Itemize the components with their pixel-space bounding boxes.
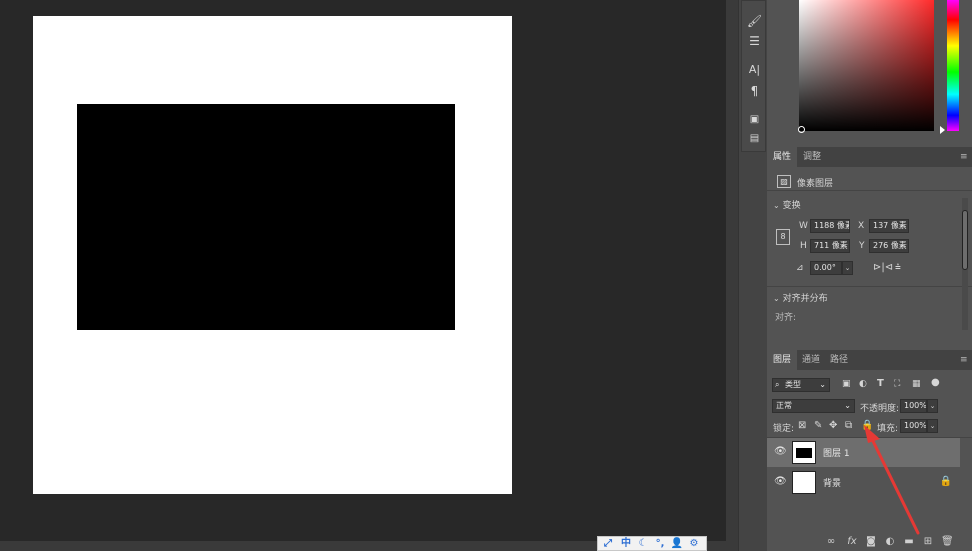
flip-vertical-icon[interactable]: ⩮	[895, 262, 901, 273]
layer-name[interactable]: 图层 1	[823, 446, 850, 459]
color-field-marker[interactable]	[798, 126, 805, 133]
black-rectangle-layer-content[interactable]	[77, 104, 455, 330]
chevron-down-icon: ⌄	[773, 201, 780, 210]
layer-thumbnail	[792, 441, 816, 464]
layer-thumbnail	[792, 471, 816, 494]
opacity-field[interactable]: 100%	[900, 399, 927, 413]
width-field[interactable]: 1188 像素	[810, 219, 850, 233]
blend-mode-value: 正常	[776, 401, 792, 410]
layer-thumbnail-shape	[796, 448, 812, 458]
visibility-eye-icon[interactable]: 👁	[774, 447, 787, 457]
y-label: Y	[859, 241, 865, 251]
transform-section-header[interactable]: ⌄ 变换	[773, 198, 801, 211]
link-dimensions-icon[interactable]: 8	[776, 229, 790, 245]
lock-image-pixels-icon[interactable]: ✎	[814, 420, 822, 431]
document-icon[interactable]: ▤	[746, 131, 763, 147]
angle-icon: ⊿	[796, 263, 804, 273]
align-title: 对齐并分布	[782, 294, 828, 304]
trash-icon[interactable]: 🗑	[941, 536, 954, 548]
brush-settings-icon[interactable]: 🖌	[746, 13, 763, 29]
filter-adjustment-icon[interactable]: ◐	[859, 379, 867, 389]
tab-paths[interactable]: 路径	[824, 350, 854, 370]
ime-mode-label[interactable]: 中	[618, 537, 634, 551]
color-saturation-field[interactable]	[799, 0, 934, 131]
red-arrow-annotation	[864, 425, 920, 535]
panel-icon-group: 🖌 ☰ A| ¶ ▣ ▤	[741, 0, 766, 152]
tab-adjustments[interactable]: 调整	[797, 147, 827, 167]
align-distribute-section-header[interactable]: ⌄ 对齐并分布	[773, 291, 828, 304]
lock-transparent-pixels-icon[interactable]: ⊠	[798, 420, 806, 431]
paragraph-icon[interactable]: ¶	[746, 83, 763, 99]
character-icon[interactable]: A|	[746, 62, 763, 78]
h-label: H	[800, 241, 807, 251]
search-icon: ⌕	[775, 380, 780, 389]
panel-icon-strip: 🖌 ☰ A| ¶ ▣ ▤	[738, 0, 767, 551]
ime-settings-gear-icon[interactable]: ⚙	[686, 537, 702, 551]
adjust-sliders-icon[interactable]: ☰	[746, 33, 763, 49]
layer-name[interactable]: 背景	[823, 476, 841, 489]
ime-punctuation-icon[interactable]: °,	[652, 537, 668, 551]
hue-slider[interactable]	[947, 0, 959, 131]
hue-slider-marker[interactable]	[940, 126, 945, 134]
document-workspace[interactable]	[0, 0, 726, 541]
properties-panel: ▨ 像素图层 ⌄ 变换 8 W 1188 像素 X 137 像素 H 711 像…	[767, 168, 972, 345]
separator	[767, 286, 972, 287]
w-label: W	[799, 221, 808, 231]
blend-mode-dropdown[interactable]: 正常 ⌄	[772, 399, 855, 413]
ime-user-icon[interactable]: 👤	[669, 537, 685, 551]
properties-scrollbar-thumb[interactable]	[962, 210, 968, 270]
separator	[767, 190, 972, 191]
lock-icon: 🔒	[939, 476, 952, 487]
ime-pinyin-icon[interactable]: ⤢	[600, 537, 616, 551]
tab-layers[interactable]: 图层	[767, 350, 798, 370]
angle-field[interactable]: 0.00°	[810, 261, 842, 275]
ime-moon-icon[interactable]: ☾	[635, 537, 651, 551]
visibility-eye-icon[interactable]: 👁	[774, 477, 787, 487]
chevron-down-icon: ⌄	[819, 380, 826, 389]
lock-label: 锁定:	[773, 424, 795, 434]
flip-horizontal-icon[interactable]: ⊳|⊲	[873, 262, 893, 273]
chevron-down-icon: ⌄	[844, 401, 851, 410]
pixel-layer-icon: ▨	[777, 175, 791, 188]
filter-shape-icon[interactable]: ⛶	[894, 379, 900, 389]
photoshop-window: 🖌 ☰ A| ¶ ▣ ▤ 属性 调整 ≡ ▨ 像素图层 ⌄ 变换 8 W 118…	[0, 0, 972, 551]
y-position-field[interactable]: 276 像素	[869, 239, 909, 253]
notes-icon[interactable]: ▣	[746, 112, 763, 128]
filter-smart-object-icon[interactable]: ▦	[912, 379, 921, 389]
chevron-down-icon: ⌄	[773, 294, 780, 303]
filter-type-icon[interactable]: T	[877, 378, 884, 389]
panel-divider[interactable]	[726, 0, 738, 551]
link-layers-icon[interactable]: ∞	[825, 536, 837, 548]
opacity-label: 不透明度:	[860, 404, 900, 414]
filter-toggle-icon[interactable]: ●	[931, 377, 940, 388]
layer-type-label: 像素图层	[797, 179, 834, 189]
panel-menu-icon[interactable]: ≡	[960, 153, 968, 162]
document-canvas[interactable]	[33, 16, 512, 494]
layer-filter-dropdown[interactable]: ⌕ 类型 ⌄	[772, 378, 830, 392]
properties-tabbar: 属性 调整 ≡	[767, 147, 972, 167]
lock-position-icon[interactable]: ✥	[829, 420, 837, 431]
x-label: X	[858, 221, 865, 231]
height-field[interactable]: 711 像素	[810, 239, 850, 253]
fx-icon[interactable]: fx	[846, 536, 858, 548]
tab-channels[interactable]: 通道	[796, 350, 826, 370]
align-label: 对齐:	[775, 313, 797, 323]
color-panel	[767, 0, 972, 147]
opacity-dropdown-chevron-down-icon[interactable]: ⌄	[927, 399, 938, 413]
layer-filter-kind: 类型	[785, 380, 801, 389]
properties-scrollbar[interactable]	[962, 198, 968, 330]
ime-toolbar: ⤢ 中 ☾ °, 👤 ⚙	[597, 536, 707, 551]
filter-pixel-icon[interactable]: ▣	[842, 379, 851, 389]
layers-tabbar: 图层 通道 路径 ≡	[767, 350, 972, 370]
tab-properties[interactable]: 属性	[767, 147, 798, 167]
lock-artboard-icon[interactable]: ⧉	[845, 420, 852, 431]
angle-dropdown-chevron-down-icon[interactable]: ⌄	[842, 261, 853, 275]
x-position-field[interactable]: 137 像素	[869, 219, 909, 233]
panel-menu-icon[interactable]: ≡	[960, 356, 968, 365]
transform-title: 变换	[782, 201, 801, 211]
